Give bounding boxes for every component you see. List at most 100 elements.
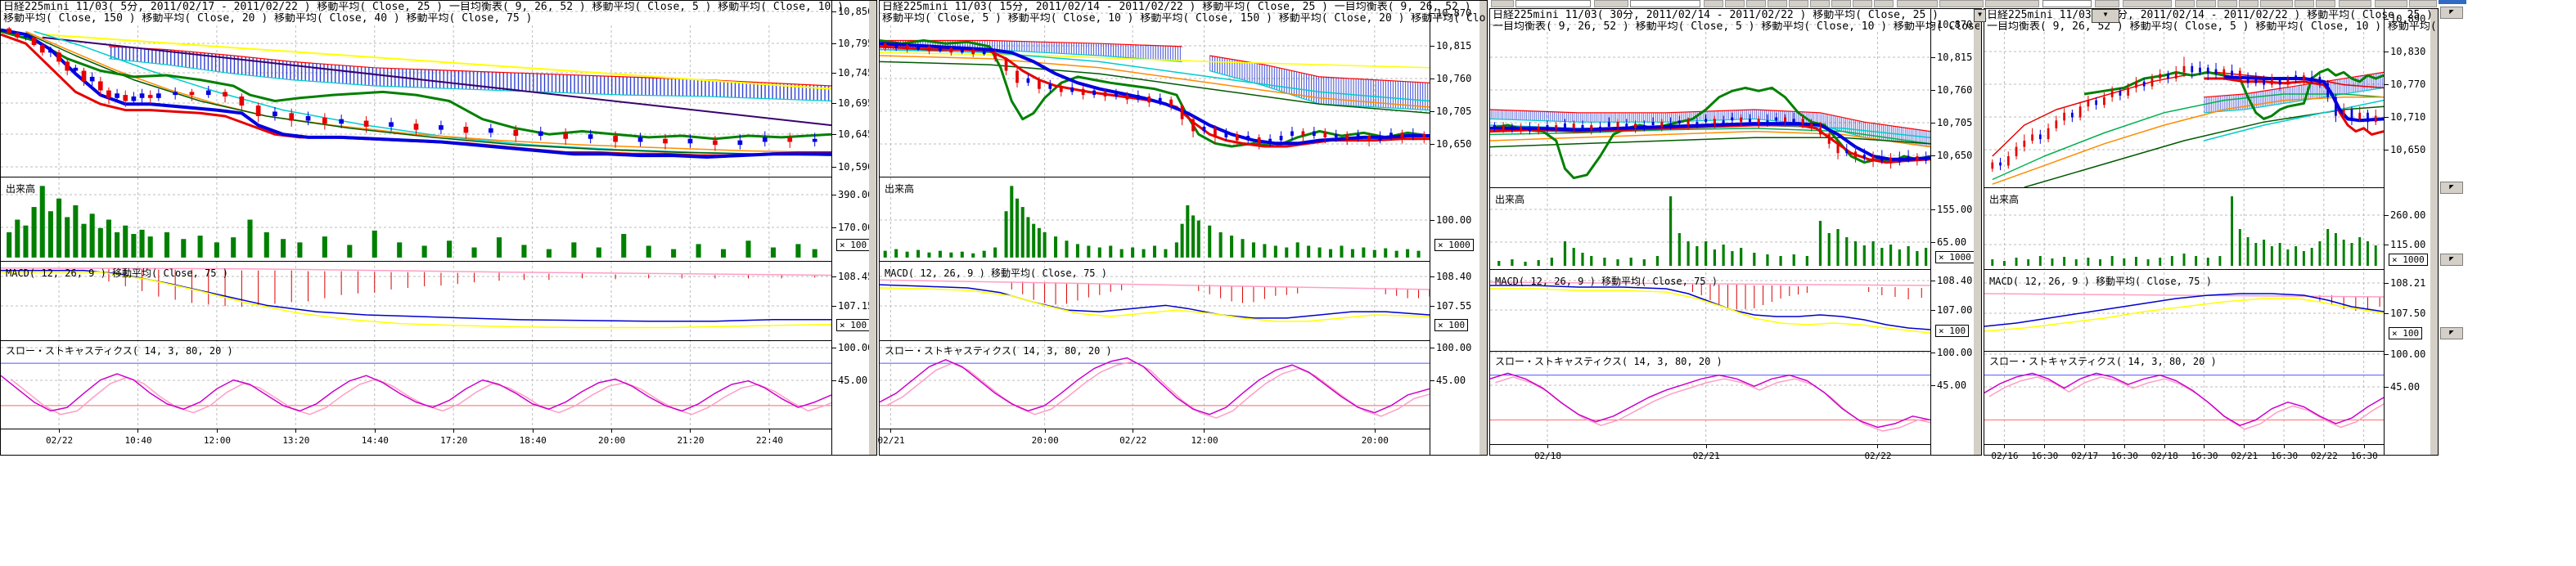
window-edge-strip[interactable] xyxy=(1974,9,1981,455)
toolbar-fragment[interactable] xyxy=(1746,0,1766,7)
volume-pane-label: 出来高 xyxy=(885,182,914,195)
time-axis-tick xyxy=(1877,444,1878,448)
toolbar-fragment[interactable] xyxy=(1939,0,1984,7)
toolbar-fragment[interactable] xyxy=(2095,0,2119,7)
pane-restore-button[interactable]: ◤ xyxy=(2440,182,2463,194)
volume-pane[interactable] xyxy=(1490,187,1930,269)
indicator-axis-label: 115.00 xyxy=(2390,240,2425,249)
price-axis-label: 10,650 xyxy=(2390,145,2425,155)
price-axis-label: 10,760 xyxy=(1436,74,1471,83)
dropdown-arrow-button[interactable]: ▼ xyxy=(2092,9,2119,23)
time-axis-label: 16:30 xyxy=(2271,451,2298,461)
pane-separator xyxy=(1490,187,1930,188)
pane-restore-button[interactable]: ◤ xyxy=(2440,254,2463,266)
price-pane[interactable] xyxy=(880,25,1430,177)
pane-restore-button[interactable]: ◤ xyxy=(2440,327,2463,339)
time-axis-tick xyxy=(2044,444,2045,448)
axis-tick xyxy=(1931,209,1935,210)
toolbar-fragment[interactable] xyxy=(2295,0,2314,7)
stochastics-pane-label: スロー・ストキャスティクス( 14, 3, 80, 20 ) xyxy=(885,344,1112,357)
toolbar-fragment[interactable] xyxy=(1874,0,1894,7)
pane-separator xyxy=(880,340,1430,341)
time-axis-label: 14:40 xyxy=(362,435,389,446)
time-axis-tick xyxy=(2164,444,2165,448)
price-pane[interactable] xyxy=(1490,32,1930,187)
time-axis-label: 02/22 xyxy=(46,435,73,446)
toolbar-fragment[interactable] xyxy=(2316,0,2335,7)
price-pane[interactable] xyxy=(1,25,831,177)
toolbar-fragment[interactable] xyxy=(1491,0,1514,7)
time-axis-tick xyxy=(890,429,891,433)
time-axis-label: 20:00 xyxy=(1362,435,1389,446)
toolbar-fragment[interactable] xyxy=(2375,0,2407,7)
price-axis-label: 10,815 xyxy=(1937,52,1972,62)
chart-window-30min[interactable]: 日経225mini 11/03( 30分, 2011/02/14 - 2011/… xyxy=(1489,8,1982,456)
toolbar-fragment[interactable] xyxy=(1725,0,1745,7)
toolbar-fragment[interactable] xyxy=(1810,0,1830,7)
macd-pane-label: MACD( 12, 26, 9 ) 移動平均( Close, 75 ) xyxy=(6,266,228,280)
time-axis-tick xyxy=(295,429,296,433)
toolbar-fragment[interactable] xyxy=(1985,0,2039,7)
time-axis-tick xyxy=(690,429,691,433)
axis-tick xyxy=(1430,276,1434,277)
axis-tick xyxy=(832,380,836,381)
toolbar-fragment[interactable] xyxy=(1789,0,1808,7)
toolbar-fragment[interactable] xyxy=(1768,0,1787,7)
toolbar-fragment[interactable] xyxy=(1853,0,1872,7)
toolbar-fragment[interactable] xyxy=(1630,0,1700,7)
volume-pane[interactable] xyxy=(880,177,1430,261)
pane-restore-button[interactable]: ◤ xyxy=(2440,7,2463,19)
volume-pane-label: 出来高 xyxy=(1495,192,1524,206)
window-edge-strip[interactable] xyxy=(2430,9,2438,455)
indicator-axis-label: 155.00 xyxy=(1937,204,1972,214)
axis-tick xyxy=(2385,84,2389,85)
axis-multiplier-badge: × 1000 xyxy=(1434,239,1474,251)
toolbar-fragment[interactable] xyxy=(1897,0,1938,7)
titlebar-sliver xyxy=(2439,0,2466,4)
toolbar-fragment[interactable] xyxy=(1594,0,1628,7)
price-axis-label: 10,705 xyxy=(1937,118,1972,128)
volume-pane[interactable] xyxy=(1,177,831,261)
pane-separator xyxy=(1490,269,1930,270)
toolbar-fragment[interactable] xyxy=(1515,0,1591,7)
toolbar-fragment[interactable] xyxy=(2218,0,2237,7)
time-axis-label: 02/21 xyxy=(1693,451,1720,461)
price-axis-label: 10,745 xyxy=(838,68,873,78)
price-axis-label: 10,770 xyxy=(2390,79,2425,89)
toolbar-fragment[interactable] xyxy=(1831,0,1851,7)
toolbar-fragment[interactable] xyxy=(2123,0,2172,7)
toolbar-fragment[interactable] xyxy=(2260,0,2293,7)
price-axis-label: 10,710 xyxy=(2390,112,2425,122)
indicator-axis-label: 260.00 xyxy=(2390,210,2425,220)
time-axis-tick xyxy=(1375,429,1376,433)
pane-separator xyxy=(1984,269,2384,270)
toolbar-fragment[interactable] xyxy=(2409,0,2437,7)
time-axis-tick xyxy=(611,429,612,433)
toolbar-fragment[interactable] xyxy=(2042,0,2092,7)
dropdown-arrow-button[interactable]: ▼ xyxy=(1974,9,1986,22)
macd-pane-label: MACD( 12, 26, 9 ) 移動平均( Close, 75 ) xyxy=(1495,274,1718,288)
axis-multiplier-badge: × 1000 xyxy=(1935,251,1975,263)
axis-multiplier-badge: × 100 xyxy=(1434,319,1468,331)
window-edge-strip[interactable] xyxy=(1479,1,1487,455)
time-axis-label: 16:30 xyxy=(2191,451,2218,461)
volume-pane[interactable] xyxy=(1984,187,2384,269)
toolbar-fragment[interactable] xyxy=(2339,0,2371,7)
toolbar-fragment[interactable] xyxy=(2239,0,2259,7)
toolbar-fragment[interactable] xyxy=(1704,0,1723,7)
price-pane[interactable] xyxy=(1984,32,2384,187)
window-edge-strip[interactable] xyxy=(869,1,876,455)
toolbar-fragment[interactable] xyxy=(2175,0,2195,7)
chart-window-5min[interactable]: 日経225mini 11/03( 5分, 2011/02/17 - 2011/0… xyxy=(0,0,877,456)
axis-tick xyxy=(1430,380,1434,381)
time-axis-tick xyxy=(1204,429,1205,433)
pane-separator xyxy=(1984,187,2384,188)
toolbar-fragment[interactable] xyxy=(2196,0,2216,7)
chart-window-15min[interactable]: 日経225mini 11/03( 15分, 2011/02/14 - 2011/… xyxy=(879,0,1488,456)
time-axis-label: 02/21 xyxy=(2231,451,2258,461)
indicator-axis-label: 108.45 xyxy=(838,272,873,281)
chart-window-60min[interactable]: 日経225mini 11/03( 60分, 2011/02/14 - 2011/… xyxy=(1984,8,2439,456)
volume-pane-label: 出来高 xyxy=(1989,192,2019,206)
app-root: { "colors":{"up":"#e60000","down":"#0000… xyxy=(0,0,2576,566)
time-axis-label: 02/22 xyxy=(1119,435,1146,446)
